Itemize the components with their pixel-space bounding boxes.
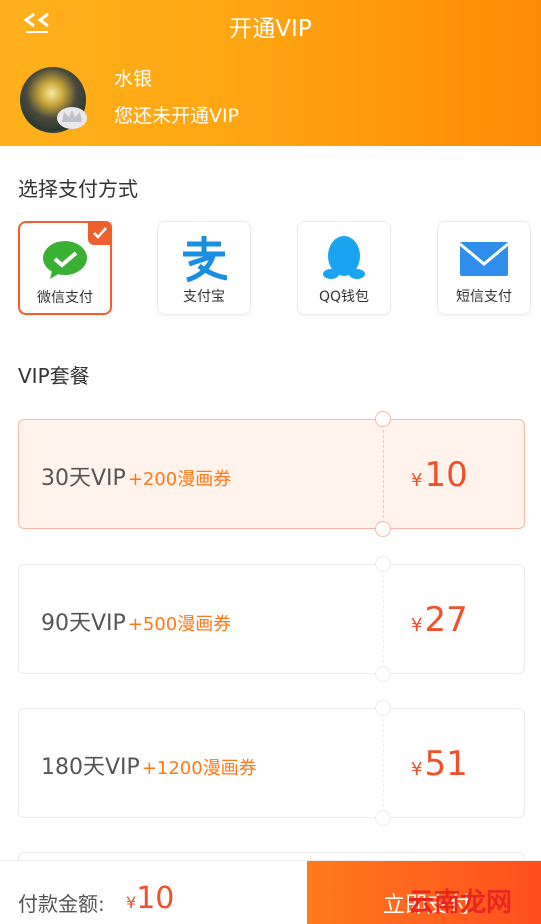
page-title: 开通VIP <box>229 16 312 42</box>
pay-option-sms[interactable]: 短信支付 <box>437 221 531 315</box>
ticket-divider <box>383 575 384 663</box>
user-name: 水银 <box>114 68 153 90</box>
payment-section-title: 选择支付方式 <box>18 177 138 201</box>
vip-package-90[interactable]: 90天VIP +500漫画券 ¥27 <box>18 556 525 682</box>
amount-label: 付款金额: <box>18 892 105 916</box>
vip-status: 您还未开通VIP <box>114 105 240 127</box>
pay-label-wechat: 微信支付 <box>37 290 93 306</box>
package-price: ¥27 <box>411 600 468 640</box>
pay-label-alipay: 支付宝 <box>183 289 225 305</box>
pay-label-qq: QQ钱包 <box>318 289 370 305</box>
package-title: 90天VIP +500漫画券 <box>41 611 232 636</box>
header-bar: 开通VIP 水银 您还未开通VIP <box>0 0 541 146</box>
wechat-icon <box>43 241 87 279</box>
qq-icon <box>323 236 365 279</box>
pay-option-wechat[interactable]: 微信支付 <box>18 221 112 315</box>
vip-package-180[interactable]: 180天VIP +1200漫画券 ¥51 <box>18 700 525 826</box>
vip-package-30[interactable]: 30天VIP +200漫画券 ¥10 <box>18 411 525 537</box>
pay-label-sms: 短信支付 <box>456 289 512 305</box>
amount-value: ¥10 <box>126 881 175 916</box>
selected-check-icon <box>88 221 112 245</box>
alipay-icon <box>183 236 228 283</box>
ticket-divider <box>383 430 384 518</box>
ticket-notch <box>375 700 391 716</box>
pay-option-alipay[interactable]: 支付宝 <box>157 221 251 315</box>
ticket-notch <box>375 521 391 537</box>
watermark: 云南龙网 <box>408 888 513 918</box>
package-bonus: +500漫画券 <box>127 614 232 635</box>
package-bonus: +1200漫画券 <box>141 758 257 779</box>
ticket-notch <box>375 810 391 826</box>
package-bonus: +200漫画券 <box>127 469 232 490</box>
vip-crown-icon <box>57 107 87 129</box>
sms-icon <box>459 242 509 276</box>
package-title: 30天VIP +200漫画券 <box>41 466 232 491</box>
package-price: ¥10 <box>411 455 468 495</box>
ticket-notch <box>375 556 391 572</box>
pay-option-qq[interactable]: QQ钱包 <box>297 221 391 315</box>
ticket-notch <box>375 411 391 427</box>
ticket-notch <box>375 666 391 682</box>
package-title: 180天VIP +1200漫画券 <box>41 755 257 780</box>
package-price: ¥51 <box>411 744 468 784</box>
vip-section-title: VIP套餐 <box>18 364 90 388</box>
ticket-divider <box>383 719 384 807</box>
